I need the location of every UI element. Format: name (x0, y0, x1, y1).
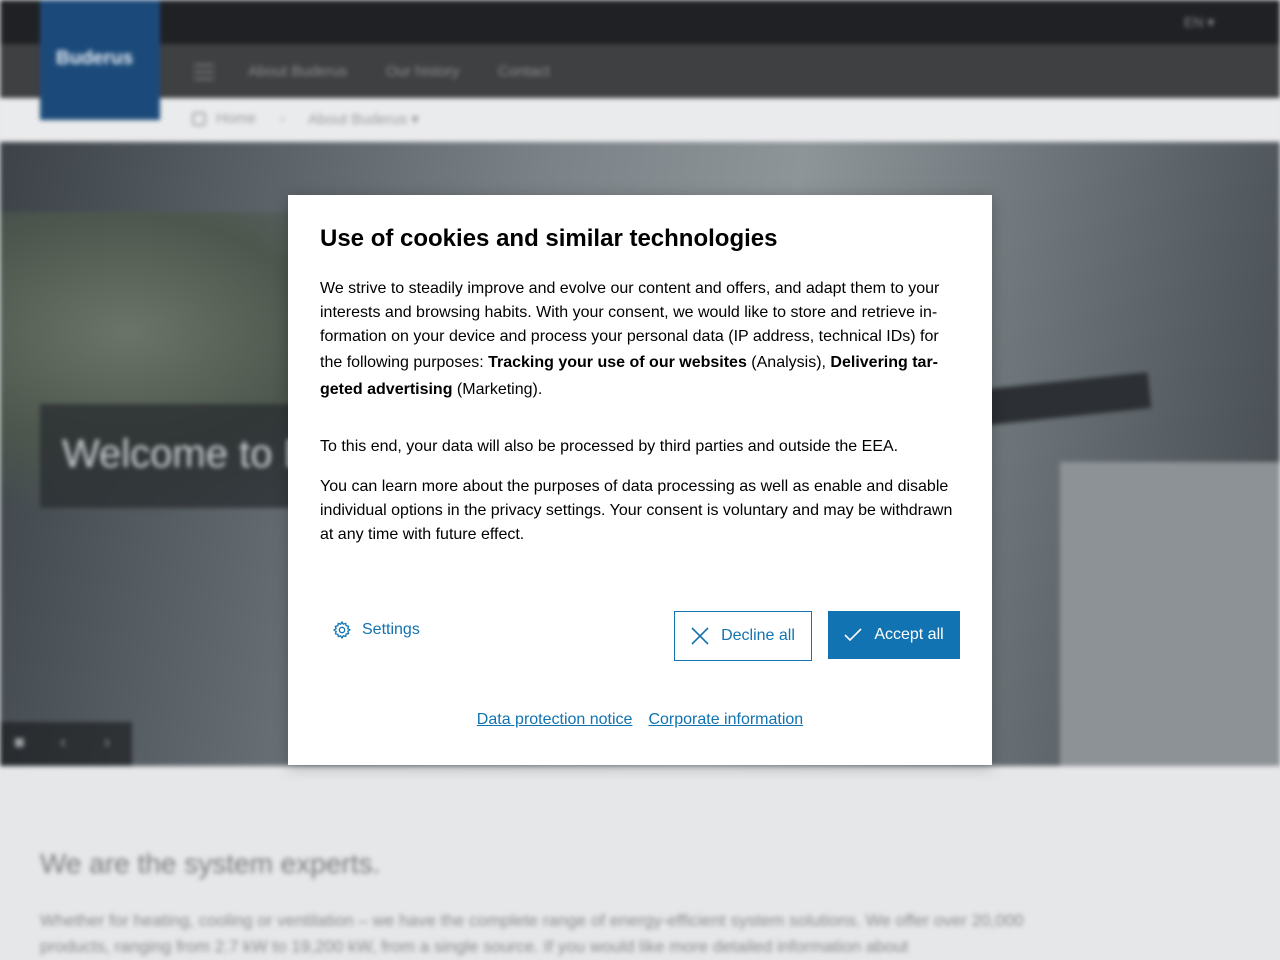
decline-label: Decline all (721, 627, 795, 644)
corporate-information-link[interactable]: Corporate information (648, 711, 803, 729)
accept-label: Accept all (874, 626, 944, 643)
accept-all-button[interactable]: Accept all (828, 611, 960, 659)
dialog-footer-links: Data protection notice Corporate informa… (288, 711, 992, 729)
purpose-analysis: Tracking your use of our websites (488, 354, 747, 371)
close-icon (691, 627, 709, 645)
decline-all-button[interactable]: Decline all (674, 611, 812, 661)
dialog-title: Use of cookies and similar technologies (320, 225, 778, 252)
third-party-paragraph: To this end, your data will also be proc… (320, 438, 899, 455)
gear-icon (332, 620, 352, 640)
cookie-consent-dialog: Use of cookies and similar technologies … (288, 195, 992, 765)
privacy-settings-paragraph: You can learn more about the purposes of… (320, 478, 953, 543)
settings-button[interactable]: Settings (332, 620, 420, 640)
checkmark-icon (844, 628, 862, 642)
consent-paragraph: We strive to steadily improve and evolve… (320, 280, 940, 398)
data-protection-link[interactable]: Data protection notice (477, 711, 633, 729)
settings-label: Settings (362, 621, 420, 638)
